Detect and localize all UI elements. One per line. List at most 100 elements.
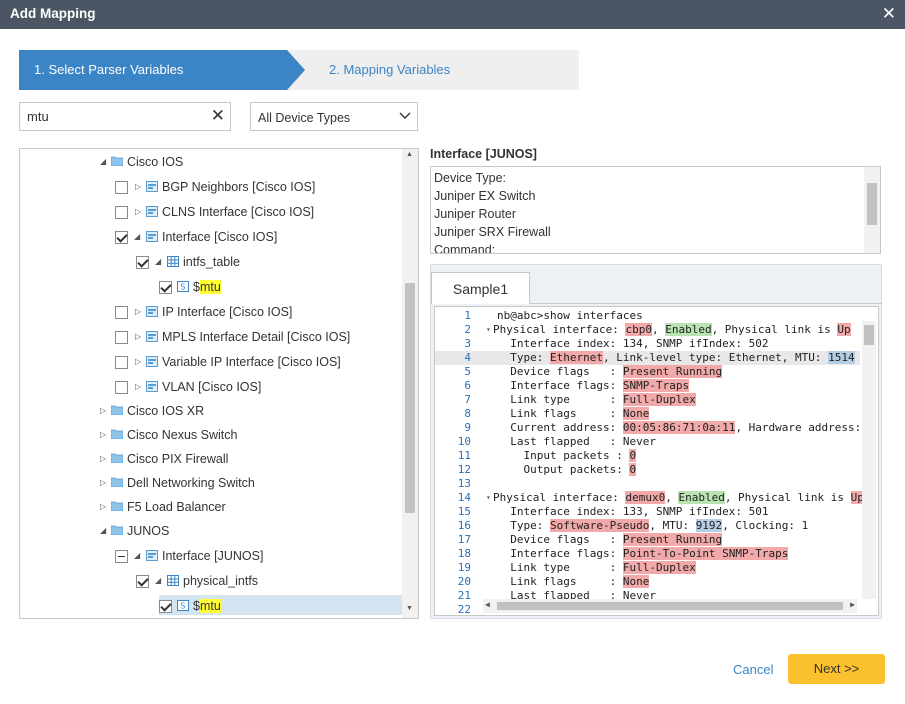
variable-icon: S [177, 600, 189, 611]
tree-node-label: Interface [JUNOS] [162, 549, 264, 563]
tree-node-label: Variable IP Interface [Cisco IOS] [162, 355, 341, 369]
expand-icon[interactable]: ▷ [135, 375, 141, 399]
tab-sample1[interactable]: Sample1 [431, 272, 530, 304]
fold-icon[interactable]: ▾ [486, 323, 491, 337]
collapse-icon[interactable]: ◢ [100, 519, 106, 543]
scrollbar-thumb[interactable] [497, 602, 843, 610]
chevron-down-icon [399, 112, 411, 119]
checkbox[interactable] [136, 575, 149, 588]
expand-icon[interactable]: ▷ [135, 325, 141, 349]
info-line: Juniper SRX Firewall [434, 225, 551, 239]
collapse-icon[interactable]: ◢ [155, 250, 161, 274]
expand-icon[interactable]: ▷ [135, 350, 141, 374]
svg-text:S: S [180, 602, 185, 611]
folder-icon [111, 477, 123, 487]
collapse-icon[interactable]: ◢ [134, 544, 140, 568]
collapse-icon[interactable]: ◢ [100, 150, 106, 174]
expand-icon[interactable]: ▷ [135, 175, 141, 199]
tree-node-label: IP Interface [Cisco IOS] [162, 305, 293, 319]
table-icon [167, 575, 179, 586]
device-type-info: Device Type: Juniper EX Switch Juniper R… [430, 166, 881, 254]
checkbox[interactable] [115, 356, 128, 369]
folder-icon [111, 453, 123, 463]
tree-node-label: BGP Neighbors [Cisco IOS] [162, 180, 316, 194]
parser-icon [146, 331, 158, 342]
step-arrow [287, 50, 305, 90]
checkbox[interactable] [159, 281, 172, 294]
scroll-down-icon[interactable]: ▼ [406, 605, 413, 612]
scrollbar-thumb[interactable] [405, 283, 415, 513]
parser-icon [146, 181, 158, 192]
info-scrollbar[interactable] [864, 167, 880, 253]
cancel-button[interactable]: Cancel [733, 662, 773, 677]
code-vertical-scrollbar[interactable] [862, 321, 876, 599]
expand-icon[interactable]: ▷ [100, 495, 106, 519]
step-select-parser-variables[interactable]: 1. Select Parser Variables [19, 50, 287, 90]
checkbox[interactable] [115, 550, 128, 563]
checkbox[interactable] [115, 181, 128, 194]
tab-underline [529, 303, 882, 304]
search-box: ✕ [19, 102, 231, 131]
tree-node-label: VLAN [Cisco IOS] [162, 380, 262, 394]
code-horizontal-scrollbar[interactable]: ◀ ▶ [483, 599, 857, 613]
parser-icon [146, 206, 158, 217]
info-line: Juniper Router [434, 207, 516, 221]
next-button[interactable]: Next >> [788, 654, 885, 684]
scroll-right-icon[interactable]: ▶ [850, 600, 855, 609]
tree-node-label: CLNS Interface [Cisco IOS] [162, 205, 315, 219]
tree-node-label: JUNOS [127, 524, 170, 538]
step-mapping-variables[interactable]: 2. Mapping Variables [287, 50, 579, 90]
expand-icon[interactable]: ▷ [135, 300, 141, 324]
tree-scrollbar[interactable]: ▲ ▼ [402, 149, 418, 618]
tree-node-label: Cisco PIX Firewall [127, 452, 229, 466]
clear-icon[interactable]: ✕ [211, 106, 225, 126]
checkbox[interactable] [115, 381, 128, 394]
dialog-title: Add Mapping [10, 6, 96, 21]
device-type-select[interactable]: All Device Types [250, 102, 418, 131]
expand-icon[interactable]: ▷ [135, 200, 141, 224]
info-line: Command: [434, 243, 496, 254]
checkbox[interactable] [115, 206, 128, 219]
scroll-left-icon[interactable]: ◀ [485, 600, 490, 609]
checkbox[interactable] [115, 231, 128, 244]
code-viewer[interactable]: 1 nb@abc>show interfaces 2 ▾ Physical inter… [434, 306, 879, 616]
parser-icon [146, 231, 158, 242]
expand-icon[interactable]: ▷ [100, 471, 106, 495]
collapse-icon[interactable]: ◢ [134, 225, 140, 249]
expand-icon[interactable]: ▷ [100, 399, 106, 423]
folder-icon [111, 525, 123, 535]
expand-icon[interactable]: ▷ [100, 447, 106, 471]
parser-title: Interface [JUNOS] [430, 147, 537, 161]
checkbox[interactable] [159, 600, 172, 613]
checkbox[interactable] [136, 256, 149, 269]
expand-icon[interactable]: ▷ [100, 423, 106, 447]
device-type-value: All Device Types [258, 111, 351, 125]
tree-node-label: F5 Load Balancer [127, 500, 226, 514]
scroll-up-icon[interactable]: ▲ [406, 151, 413, 158]
checkbox[interactable] [115, 306, 128, 319]
tree-node-label: $mtu [193, 599, 221, 613]
folder-icon [111, 501, 123, 511]
parser-icon [146, 550, 158, 561]
tree-node-label: Cisco IOS [127, 155, 184, 169]
search-input[interactable] [20, 103, 190, 130]
parser-icon [146, 381, 158, 392]
parser-tree: ◢ Cisco IOS ▷ BGP Neighbors [Cisco IOS] … [19, 148, 419, 619]
tree-node-label: Dell Networking Switch [127, 476, 255, 490]
dialog-titlebar: Add Mapping ✕ [0, 0, 905, 29]
checkbox[interactable] [115, 331, 128, 344]
wizard-steps: 2. Mapping Variables 1. Select Parser Va… [19, 50, 579, 90]
parser-icon [146, 306, 158, 317]
tree-node-label: Cisco Nexus Switch [127, 428, 238, 442]
collapse-icon[interactable]: ◢ [155, 569, 161, 593]
folder-icon [111, 405, 123, 415]
scrollbar-thumb[interactable] [867, 183, 877, 225]
close-icon[interactable]: ✕ [882, 4, 896, 24]
tree-node-label: intfs_table [183, 255, 240, 269]
tree-node-label: $mtu [193, 280, 221, 294]
folder-icon [111, 156, 123, 166]
table-icon [167, 256, 179, 267]
info-line: Device Type: [434, 171, 507, 185]
scrollbar-thumb[interactable] [864, 325, 874, 345]
fold-icon[interactable]: ▾ [486, 491, 491, 505]
